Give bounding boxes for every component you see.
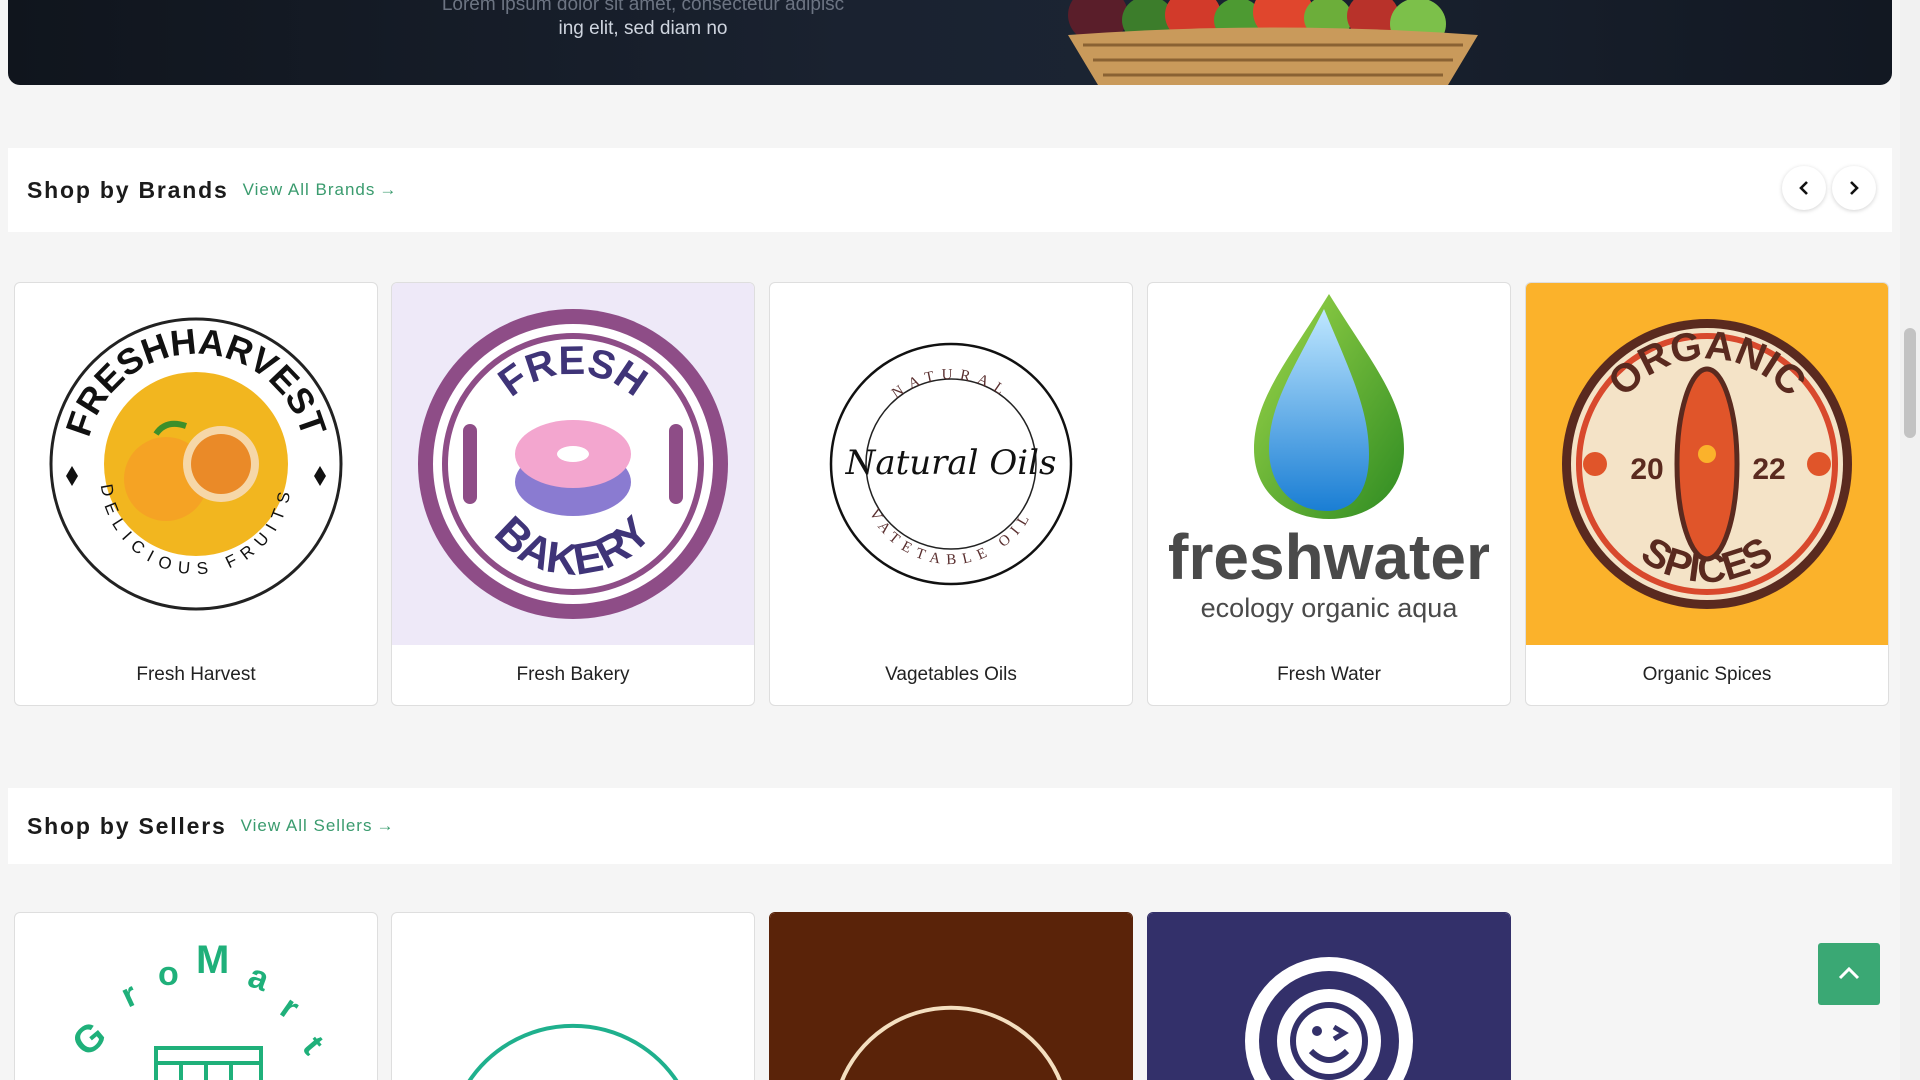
view-all-sellers-label: View All Sellers <box>240 816 373 835</box>
banner-text: Lorem ipsum dolor sit amet, consectetur … <box>393 0 893 41</box>
view-all-sellers-link[interactable]: View All Sellers → <box>241 816 395 836</box>
teal-arc-logo <box>392 913 754 1080</box>
seller-card-2[interactable] <box>391 912 755 1080</box>
brand-card-label: Fresh Bakery <box>516 664 630 685</box>
smiley-logo <box>1148 913 1510 1080</box>
sellers-section-header: Shop by Sellers View All Sellers → <box>8 788 1892 864</box>
back-to-top-button[interactable] <box>1818 943 1880 1005</box>
gromart-wordmark: M <box>196 938 229 982</box>
arrow-right-icon: → <box>376 816 395 835</box>
brands-carousel-nav <box>1782 166 1876 210</box>
brand-card-label: Organic Spices <box>1642 664 1772 685</box>
brand-card-fresh-harvest[interactable]: FRESHHARVEST DELICIOUS FRUITS Fresh Harv… <box>14 282 378 706</box>
fresh-bakery-logo: FRESH BAKERY <box>392 283 754 645</box>
brand-card-label: Fresh Water <box>1277 664 1381 685</box>
chevron-right-icon <box>1850 181 1859 195</box>
brand-card-fresh-water[interactable]: freshwater ecology organic aqua Fresh Wa… <box>1147 282 1511 706</box>
carousel-next-button[interactable] <box>1832 166 1876 210</box>
fresh-harvest-logo: FRESHHARVEST DELICIOUS FRUITS <box>15 283 377 645</box>
brown-market-logo <box>770 913 1132 1080</box>
brand-card-organic-spices[interactable]: ORGANIC SPICES 20 22 Organic Spices <box>1525 282 1889 706</box>
banner-text-line2: ing elit, sed diam no <box>558 18 728 39</box>
organic-spices-logo: ORGANIC SPICES 20 22 <box>1526 283 1888 645</box>
svg-text:Natural Oils: Natural Oils <box>845 443 1057 483</box>
svg-text:22: 22 <box>1752 453 1785 486</box>
sellers-section-title: Shop by Sellers <box>27 812 227 839</box>
svg-text:t: t <box>295 1029 331 1062</box>
carousel-prev-button[interactable] <box>1782 166 1826 210</box>
svg-text:a: a <box>243 957 275 1000</box>
chevron-left-icon <box>1799 181 1808 195</box>
brand-card-label: Fresh Harvest <box>136 664 256 685</box>
svg-text:freshwater: freshwater <box>1169 521 1489 593</box>
scrollbar-thumb[interactable] <box>1904 328 1916 438</box>
svg-text:r: r <box>115 975 143 1015</box>
banner-text-line1: Lorem ipsum dolor sit amet, consectetur … <box>441 0 845 15</box>
seller-card-4[interactable] <box>1147 912 1511 1080</box>
arrow-right-icon: → <box>379 180 398 199</box>
brand-card-label: Vagetables Oils <box>885 664 1017 685</box>
vegetable-basket-image <box>1068 0 1478 85</box>
svg-text:o: o <box>158 955 179 993</box>
freshwater-logo: freshwater ecology organic aqua <box>1148 283 1510 645</box>
brands-section-header: Shop by Brands View All Brands → <box>8 148 1892 232</box>
svg-text:G: G <box>65 1014 115 1065</box>
brands-section-title: Shop by Brands <box>27 176 229 203</box>
brand-card-vegetables-oils[interactable]: NATURAL VATETABLE OIL Natural Oils Vaget… <box>769 282 1133 706</box>
chevron-up-icon <box>1838 966 1860 980</box>
seller-card-3[interactable] <box>769 912 1133 1080</box>
view-all-brands-link[interactable]: View All Brands → <box>243 180 398 200</box>
view-all-brands-label: View All Brands <box>242 180 376 199</box>
natural-oils-logo: NATURAL VATETABLE OIL Natural Oils <box>770 283 1132 645</box>
hero-banner: Lorem ipsum dolor sit amet, consectetur … <box>8 0 1892 85</box>
gromart-logo: G r o M a r t <box>15 913 377 1080</box>
seller-card-gromart[interactable]: G r o M a r t <box>14 912 378 1080</box>
brand-card-fresh-bakery[interactable]: FRESH BAKERY Fresh Bakery <box>391 282 755 706</box>
svg-text:20: 20 <box>1630 453 1663 486</box>
page-scrollbar[interactable] <box>1900 0 1920 1080</box>
svg-text:ecology organic aqua: ecology organic aqua <box>1201 593 1459 623</box>
svg-text:r: r <box>273 988 306 1027</box>
